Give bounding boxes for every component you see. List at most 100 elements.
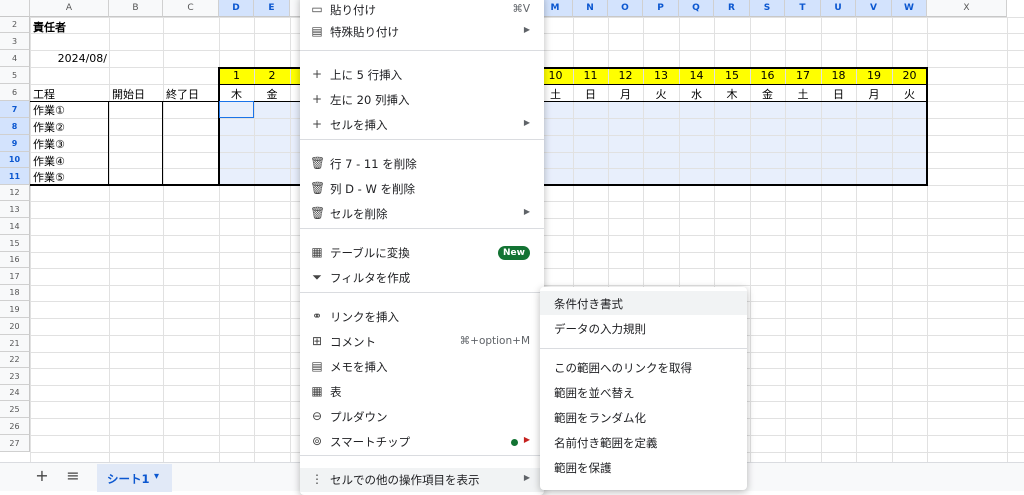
column-header[interactable]: E: [254, 0, 290, 17]
day-number-cell[interactable]: 18: [821, 69, 856, 82]
cell-a4-date[interactable]: 2024/08/: [34, 52, 107, 65]
row-header[interactable]: 13: [0, 201, 30, 218]
day-number-cell[interactable]: 20: [892, 69, 927, 82]
menu-item[interactable]: ▤ 特殊貼り付け ▶: [300, 20, 544, 44]
weekday-cell[interactable]: 月: [856, 86, 892, 102]
row-header[interactable]: 24: [0, 385, 30, 401]
day-number-cell[interactable]: 11: [573, 69, 608, 82]
row-header[interactable]: 19: [0, 301, 30, 318]
weekday-cell[interactable]: 水: [679, 86, 714, 102]
menu-item[interactable]: ▦ テーブルに変換 New: [300, 241, 544, 265]
menu-item[interactable]: 🗑 セルを削除 ▶: [300, 202, 544, 226]
column-header[interactable]: S: [750, 0, 785, 17]
menu-item[interactable]: ⏷ フィルタを作成: [300, 266, 544, 290]
submenu-item[interactable]: 範囲をランダム化: [540, 405, 747, 429]
menu-item[interactable]: ▭ 貼り付け ⌘V: [300, 0, 544, 22]
day-number-cell[interactable]: 19: [856, 69, 892, 82]
menu-item[interactable]: + セルを挿入 ▶: [300, 113, 544, 137]
column-header[interactable]: B: [109, 0, 163, 17]
task-cell[interactable]: 作業③: [33, 136, 65, 152]
row-header[interactable]: 16: [0, 252, 30, 268]
menu-item[interactable]: ▦ 表: [300, 380, 544, 404]
row-header[interactable]: 12: [0, 185, 30, 201]
cell-c6[interactable]: 終了日: [166, 86, 199, 102]
weekday-cell[interactable]: 金: [254, 86, 290, 102]
row-header[interactable]: 2: [0, 17, 30, 33]
row-header[interactable]: 17: [0, 268, 30, 285]
menu-item[interactable]: ⊖ プルダウン: [300, 405, 544, 429]
add-sheet-button[interactable]: +: [34, 468, 50, 484]
row-header[interactable]: 15: [0, 235, 30, 252]
task-cell[interactable]: 作業②: [33, 119, 65, 135]
row-header[interactable]: 5: [0, 67, 30, 84]
weekday-cell[interactable]: 火: [892, 86, 927, 102]
column-header[interactable]: N: [573, 0, 608, 17]
select-all-corner[interactable]: [0, 0, 30, 17]
row-header[interactable]: 10: [0, 152, 30, 168]
row-header[interactable]: 27: [0, 435, 30, 452]
day-number-cell[interactable]: 2: [254, 69, 290, 82]
row-header[interactable]: 20: [0, 318, 30, 335]
column-header[interactable]: P: [643, 0, 679, 17]
weekday-cell[interactable]: 木: [714, 86, 750, 102]
menu-item[interactable]: ⊞ コメント ⌘+option+M: [300, 330, 544, 354]
row-header[interactable]: 6: [0, 84, 30, 101]
row-header[interactable]: 23: [0, 368, 30, 385]
column-header[interactable]: U: [821, 0, 856, 17]
column-header[interactable]: D: [219, 0, 254, 17]
column-header[interactable]: Q: [679, 0, 714, 17]
weekday-cell[interactable]: 金: [750, 86, 785, 102]
row-header[interactable]: 9: [0, 135, 30, 152]
menu-item[interactable]: + 上に 5 行挿入: [300, 63, 544, 87]
row-header[interactable]: 7: [0, 101, 30, 118]
task-cell[interactable]: 作業⑤: [33, 169, 65, 185]
cell-a2[interactable]: 責任者: [33, 19, 66, 35]
all-sheets-button[interactable]: ≡: [64, 467, 82, 485]
submenu-item[interactable]: この範囲へのリンクを取得: [540, 355, 747, 379]
day-number-cell[interactable]: 12: [608, 69, 643, 82]
submenu-item[interactable]: データの入力規則: [540, 316, 747, 340]
day-number-cell[interactable]: 13: [643, 69, 679, 82]
column-header[interactable]: A: [30, 0, 109, 17]
day-number-cell[interactable]: 15: [714, 69, 750, 82]
day-number-cell[interactable]: 17: [785, 69, 821, 82]
task-cell[interactable]: 作業①: [33, 102, 65, 118]
menu-item[interactable]: ⊚ スマートチップ ▶: [300, 430, 544, 454]
weekday-cell[interactable]: 土: [785, 86, 821, 102]
column-header[interactable]: W: [892, 0, 927, 17]
column-header[interactable]: O: [608, 0, 643, 17]
column-header[interactable]: R: [714, 0, 750, 17]
row-header[interactable]: 25: [0, 401, 30, 418]
row-header[interactable]: 26: [0, 418, 30, 435]
row-header[interactable]: 21: [0, 335, 30, 352]
weekday-cell[interactable]: 月: [608, 86, 643, 102]
menu-item[interactable]: + 左に 20 列挿入: [300, 88, 544, 112]
day-number-cell[interactable]: 14: [679, 69, 714, 82]
sheet-tab[interactable]: シート1 ▾: [97, 464, 172, 492]
weekday-cell[interactable]: 日: [573, 86, 608, 102]
cell-b6[interactable]: 開始日: [112, 86, 145, 102]
menu-item[interactable]: ▤ メモを挿入: [300, 355, 544, 379]
weekday-cell[interactable]: 木: [219, 86, 254, 102]
active-cell[interactable]: [219, 101, 254, 118]
day-number-cell[interactable]: 16: [750, 69, 785, 82]
weekday-cell[interactable]: 火: [643, 86, 679, 102]
menu-item[interactable]: ⚭ リンクを挿入: [300, 305, 544, 329]
column-header[interactable]: T: [785, 0, 821, 17]
submenu-item[interactable]: 範囲を保護: [540, 455, 747, 479]
menu-item[interactable]: 🗑 行 7 - 11 を削除: [300, 152, 544, 176]
row-header[interactable]: 8: [0, 118, 30, 135]
column-header[interactable]: C: [163, 0, 219, 17]
day-number-cell[interactable]: 1: [219, 69, 254, 82]
row-header[interactable]: 4: [0, 50, 30, 67]
submenu-item[interactable]: 名前付き範囲を定義: [540, 430, 747, 454]
row-header[interactable]: 22: [0, 352, 30, 368]
row-header[interactable]: 18: [0, 285, 30, 301]
row-header[interactable]: 3: [0, 33, 30, 50]
row-header[interactable]: 11: [0, 168, 30, 185]
task-cell[interactable]: 作業④: [33, 153, 65, 169]
menu-item[interactable]: 🗑 列 D - W を削除: [300, 177, 544, 201]
cell-a6[interactable]: 工程: [33, 86, 55, 102]
submenu-item[interactable]: 条件付き書式: [540, 291, 747, 315]
row-header[interactable]: 14: [0, 218, 30, 235]
